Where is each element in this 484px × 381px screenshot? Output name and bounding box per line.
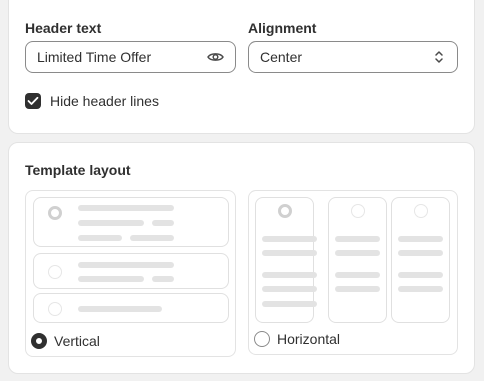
eye-icon[interactable] bbox=[206, 48, 224, 66]
horizontal-preview-card bbox=[255, 197, 317, 323]
vertical-radio-row[interactable]: Vertical bbox=[31, 333, 100, 349]
checkmark-icon bbox=[27, 96, 39, 105]
vertical-preview-card bbox=[33, 293, 229, 323]
layout-option-vertical[interactable]: Vertical bbox=[25, 190, 236, 357]
vertical-radio[interactable] bbox=[31, 333, 47, 349]
preview-radio-dot bbox=[48, 302, 62, 316]
vertical-preview-card bbox=[33, 197, 229, 247]
preview-radio-dot bbox=[48, 206, 62, 220]
horizontal-radio[interactable] bbox=[254, 331, 270, 347]
hide-header-lines-checkbox[interactable] bbox=[25, 93, 41, 109]
preview-radio-dot bbox=[351, 204, 365, 218]
layout-option-horizontal[interactable]: Horizontal bbox=[248, 190, 458, 355]
vertical-label: Vertical bbox=[54, 333, 100, 349]
header-text-label: Header text bbox=[25, 20, 102, 36]
preview-radio-dot bbox=[278, 204, 292, 218]
select-chevrons-icon bbox=[432, 48, 446, 66]
alignment-label: Alignment bbox=[248, 20, 317, 36]
horizontal-radio-row[interactable]: Horizontal bbox=[254, 331, 340, 347]
alignment-value: Center bbox=[260, 49, 303, 65]
hide-header-lines-label: Hide header lines bbox=[50, 93, 159, 109]
template-layout-title: Template layout bbox=[25, 162, 131, 178]
alignment-select[interactable]: Center bbox=[248, 41, 458, 73]
hide-header-lines-checkbox-row[interactable]: Hide header lines bbox=[25, 93, 159, 109]
horizontal-label: Horizontal bbox=[277, 331, 341, 347]
horizontal-preview-card bbox=[328, 197, 387, 323]
horizontal-preview-card bbox=[391, 197, 450, 323]
preview-radio-dot bbox=[48, 265, 62, 279]
preview-radio-dot bbox=[414, 204, 428, 218]
header-text-value: Limited Time Offer bbox=[37, 49, 152, 65]
header-text-input[interactable]: Limited Time Offer bbox=[25, 41, 236, 73]
vertical-preview-card bbox=[33, 253, 229, 289]
